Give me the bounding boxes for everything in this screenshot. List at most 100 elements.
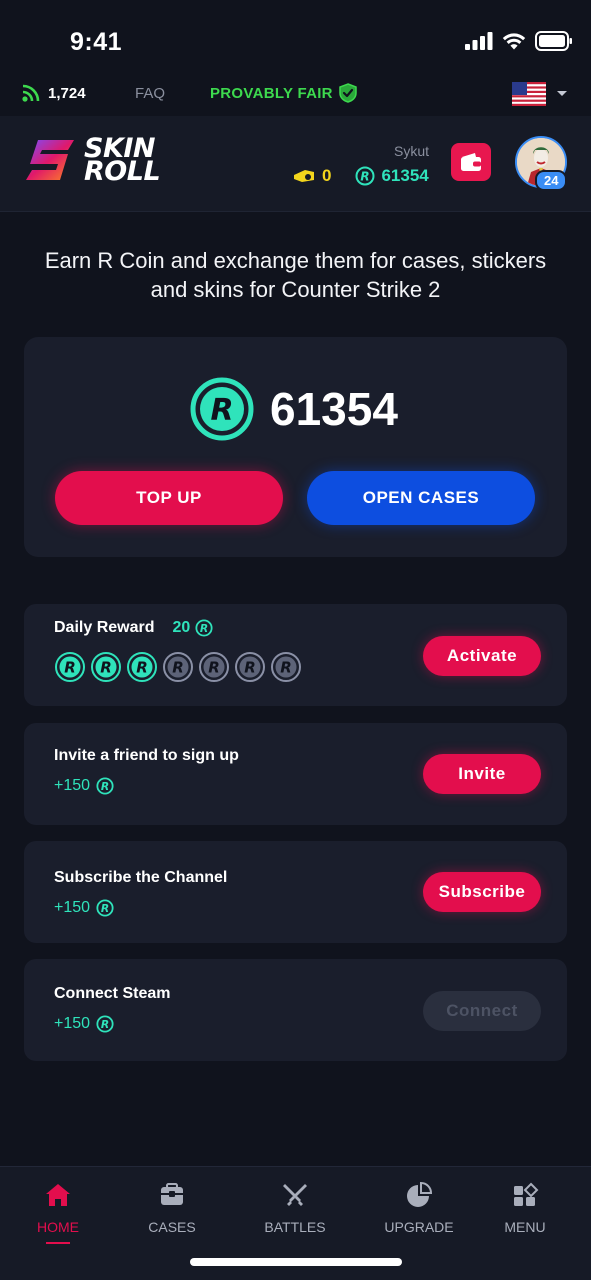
invite-friend-title: Invite a friend to sign up [54,747,239,764]
balance-card: R 61354 TOP UP OPEN CASES [24,337,567,557]
svg-text:R: R [100,659,112,677]
connect-steam-reward-value: +150 [54,1015,91,1032]
skinroll-logo[interactable]: SKIN ROLL [24,135,161,187]
r-coin-icon: R [96,899,114,917]
nav-active-indicator [46,1242,70,1244]
daily-coin-locked-icon: R [199,652,229,682]
nav-menu[interactable]: MENU [475,1181,575,1235]
big-balance: R 61354 [190,377,398,441]
svg-text:R: R [64,659,76,677]
online-count: 1,724 [48,84,86,102]
chevron-down-icon [557,91,567,96]
wallet-icon [461,153,481,171]
shield-check-icon [339,83,357,103]
nav-menu-label: MENU [504,1219,546,1235]
nav-battles-label: BATTLES [264,1219,326,1235]
svg-text:R: R [361,170,370,184]
nav-home-label: HOME [37,1219,79,1235]
pie-chart-icon [407,1182,433,1207]
connect-steam-button[interactable]: Connect [423,991,541,1031]
home-indicator [190,1258,402,1266]
balance-value: 61354 [270,383,398,435]
home-icon [46,1184,70,1206]
menu-grid-icon [514,1182,539,1206]
daily-reward-progress: RRRRRRR [54,651,302,683]
svg-text:R: R [101,1018,109,1031]
status-icons [465,31,573,51]
battery-icon [535,31,572,51]
logo-text: SKIN ROLL [84,135,161,187]
daily-coin-locked-icon: R [235,652,265,682]
svg-text:R: R [101,902,109,915]
activate-button[interactable]: Activate [423,636,541,676]
r-coin-large-icon: R [190,377,254,441]
subscribe-channel-reward: +150 R [54,899,114,917]
provably-fair-link[interactable]: PROVABLY FAIR [210,83,357,103]
daily-coin-claimed-icon: R [91,652,121,682]
subscribe-channel-reward-value: +150 [54,899,91,916]
online-signal-icon [22,84,40,102]
username: Sykut [393,143,429,159]
subscribe-button[interactable]: Subscribe [423,872,541,912]
svg-text:R: R [244,659,256,677]
svg-text:R: R [136,659,148,677]
tickets-balance: 0 [322,166,332,185]
nav-cases-label: CASES [148,1219,196,1235]
level-badge: 24 [535,170,568,191]
svg-text:R: R [101,780,109,793]
connect-steam-title: Connect Steam [54,985,171,1002]
invite-button[interactable]: Invite [423,754,541,794]
daily-reward-amount-value: 20 [172,619,191,636]
language-selector[interactable] [512,82,568,106]
faq-link[interactable]: FAQ [135,85,165,102]
daily-coin-locked-icon: R [163,652,193,682]
svg-text:R: R [208,659,220,677]
svg-text:R: R [172,659,184,677]
r-coin-icon: R [96,777,114,795]
online-counter: 1,724 [22,84,86,102]
r-coin-icon: R [96,1015,114,1033]
intro-text: Earn R Coin and exchange them for cases,… [44,248,547,302]
info-bar: 1,724 FAQ PROVABLY FAIR [0,80,591,116]
invite-friend-card: Invite a friend to sign up +150 R Invite [24,723,567,825]
logo-mark-icon [26,140,74,180]
nav-cases[interactable]: CASES [122,1181,222,1235]
status-bar: 9:41 [0,0,591,80]
header-balances: 0 R 61354 [292,166,429,186]
cellular-signal-icon [465,32,493,50]
provably-fair-label: PROVABLY FAIR [210,84,333,102]
svg-text:R: R [200,622,208,635]
r-coin-icon: R [195,619,213,637]
wallet-button[interactable] [451,143,491,181]
svg-text:R: R [280,659,292,677]
open-cases-button[interactable]: OPEN CASES [307,471,535,525]
wifi-icon [502,33,526,50]
nav-upgrade-label: UPGRADE [384,1219,454,1235]
ticket-icon [294,170,314,182]
nav-home[interactable]: HOME [8,1181,108,1235]
connect-steam-card: Connect Steam +150 R Connect [24,959,567,1061]
daily-reward-header: Daily Reward 20 R [54,619,213,637]
us-flag-icon [512,82,546,106]
daily-coin-locked-icon: R [271,652,301,682]
nav-battles[interactable]: BATTLES [245,1181,345,1235]
app-header: SKIN ROLL Sykut 0 R 61354 [0,116,591,212]
status-time: 9:41 [70,28,123,56]
daily-reward-title: Daily Reward [54,619,155,636]
top-up-button[interactable]: TOP UP [55,471,283,525]
subscribe-channel-card: Subscribe the Channel +150 R Subscribe [24,841,567,943]
r-coin-icon: R [355,166,375,186]
nav-upgrade[interactable]: UPGRADE [369,1181,469,1235]
svg-text:R: R [210,393,233,428]
logo-line-2: ROLL [84,156,161,187]
coins-balance: 61354 [381,166,429,185]
invite-friend-reward-value: +150 [54,777,91,794]
case-icon [161,1183,183,1205]
daily-coin-claimed-icon: R [55,652,85,682]
daily-coin-claimed-icon: R [127,652,157,682]
crossed-swords-icon [283,1184,307,1206]
daily-reward-card: Daily Reward 20 R R R R R R R R Activate [24,604,567,706]
daily-reward-amount: 20 R [172,619,213,637]
connect-steam-reward: +150 R [54,1015,114,1033]
subscribe-channel-title: Subscribe the Channel [54,869,228,886]
